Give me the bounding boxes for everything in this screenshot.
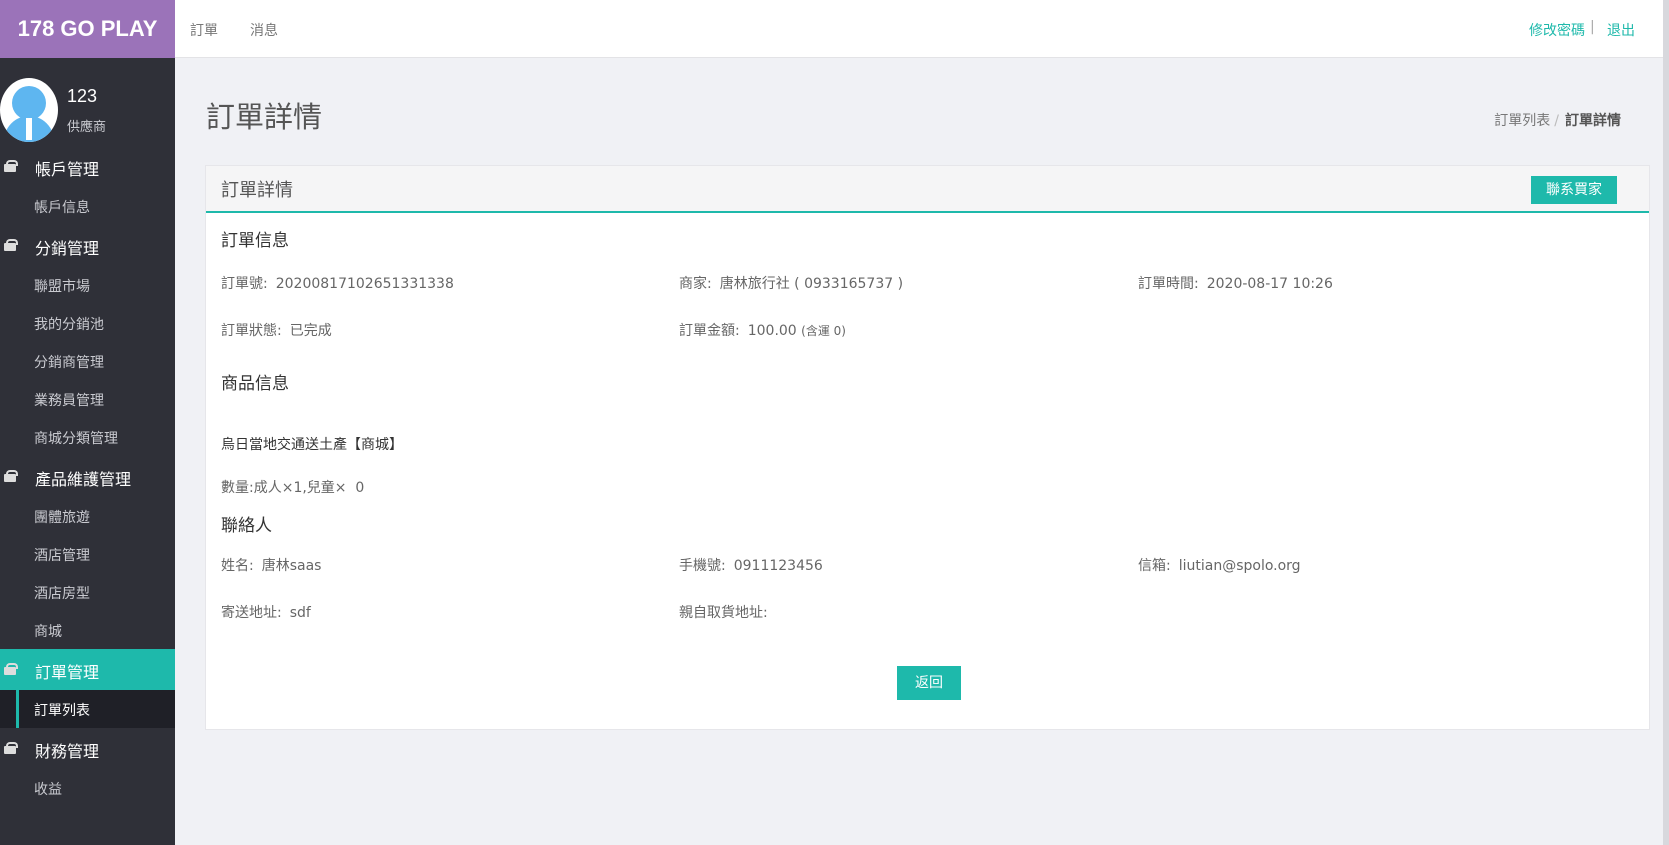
avatar (0, 78, 58, 142)
brand-logo[interactable]: 178 GO PLAY (0, 0, 175, 58)
sidebar-item-label: 商城分類管理 (34, 431, 118, 447)
gift-icon (4, 160, 18, 172)
sidebar-section-label: 分銷管理 (35, 239, 100, 258)
contact-email-field: 信箱: liutian@spolo.org (1138, 558, 1301, 574)
sidebar-section-finance[interactable]: 財務管理 (0, 728, 175, 769)
breadcrumb: 訂單列表 / 訂單詳情 (1494, 110, 1621, 130)
contact-phone-field: 手機號: 0911123456 (679, 558, 823, 574)
sidebar-section-label: 財務管理 (35, 742, 100, 761)
product-info-heading: 商品信息 (221, 374, 289, 394)
sidebar-item-hotels[interactable]: 酒店管理 (0, 535, 175, 573)
order-number-field: 訂單號: 20200817102651331338 (221, 276, 454, 292)
page-title: 訂單詳情 (206, 100, 323, 134)
gift-icon (4, 470, 18, 482)
nav-messages[interactable]: 消息 (250, 20, 278, 40)
sidebar-item-mall[interactable]: 商城 (0, 611, 175, 649)
profile-name: 123 (67, 86, 98, 106)
order-time-field: 訂單時間: 2020-08-17 10:26 (1138, 276, 1333, 292)
profile-role: 供應商 (67, 120, 107, 135)
sidebar-item-distributors[interactable]: 分銷商管理 (0, 342, 175, 380)
sidebar-item-order-list[interactable]: 訂單列表 (0, 690, 175, 728)
sidebar-section-distribution[interactable]: 分銷管理 (0, 225, 175, 266)
shipping-address-field: 寄送地址: sdf (221, 605, 311, 621)
sidebar-item-label: 商城 (34, 624, 62, 640)
logout-link[interactable]: 退出 (1607, 20, 1635, 40)
sidebar-item-label: 我的分銷池 (34, 317, 104, 333)
merchant-field: 商家: 唐林旅行社 ( 0933165737 ) (679, 276, 904, 292)
contact-heading: 聯絡人 (221, 516, 272, 536)
back-button[interactable]: 返回 (897, 666, 961, 700)
quantity-field: 數量:成人×1,兒童× 0 (221, 480, 365, 496)
order-status-field: 訂單狀態: 已完成 (221, 323, 332, 339)
sidebar-item-alliance-market[interactable]: 聯盟市場 (0, 266, 175, 304)
top-separator: | (1590, 19, 1595, 35)
sidebar-item-mall-categories[interactable]: 商城分類管理 (0, 418, 175, 456)
sidebar-item-my-pool[interactable]: 我的分銷池 (0, 304, 175, 342)
sidebar: 123 供應商 帳戶管理 帳戶信息 分銷管理 聯盟市場 我的分銷池 分銷商管理 … (0, 58, 175, 845)
sidebar-item-label: 酒店管理 (34, 548, 90, 564)
top-bar: 訂單 消息 修改密碼 | 退出 (175, 0, 1669, 58)
nav-orders[interactable]: 訂單 (190, 20, 218, 40)
contact-buyer-button[interactable]: 聯系買家 (1531, 176, 1617, 204)
sidebar-item-label: 收益 (34, 782, 62, 798)
sidebar-section-label: 產品維護管理 (35, 470, 132, 489)
gift-icon (4, 239, 18, 251)
breadcrumb-current: 訂單詳情 (1565, 113, 1621, 129)
sidebar-item-account-info[interactable]: 帳戶信息 (0, 187, 175, 225)
breadcrumb-separator: / (1554, 113, 1559, 129)
gift-icon (4, 663, 18, 675)
app-root: 178 GO PLAY 訂單 消息 修改密碼 | 退出 123 供應商 帳戶管理… (0, 0, 1669, 845)
breadcrumb-parent[interactable]: 訂單列表 (1494, 113, 1550, 129)
sidebar-item-label: 分銷商管理 (34, 355, 104, 371)
sidebar-item-label: 訂單列表 (34, 703, 90, 719)
product-name: 烏日當地交通送土產【商城】 (221, 437, 403, 453)
sidebar-item-label: 團體旅遊 (34, 510, 90, 526)
sidebar-section-products[interactable]: 產品維護管理 (0, 456, 175, 497)
profile: 123 供應商 (0, 58, 175, 146)
change-password-link[interactable]: 修改密碼 (1529, 20, 1585, 40)
contact-name-field: 姓名: 唐林saas (221, 558, 322, 574)
gift-icon (4, 742, 18, 754)
sidebar-section-label: 訂單管理 (35, 663, 100, 682)
sidebar-section-orders[interactable]: 訂單管理 (0, 649, 175, 690)
order-detail-card: 訂單詳情 聯系買家 訂單信息 訂單號: 20200817102651331338 … (205, 165, 1650, 730)
order-amount-field: 訂單金額: 100.00 (含運 0) (679, 323, 846, 339)
scrollbar[interactable] (1663, 0, 1669, 845)
sidebar-item-label: 帳戶信息 (34, 200, 90, 216)
sidebar-section-account[interactable]: 帳戶管理 (0, 146, 175, 187)
card-header: 訂單詳情 聯系買家 (206, 166, 1649, 213)
sidebar-item-room-types[interactable]: 酒店房型 (0, 573, 175, 611)
sidebar-item-earnings[interactable]: 收益 (0, 769, 175, 807)
card-title: 訂單詳情 (221, 180, 293, 201)
sidebar-item-label: 聯盟市場 (34, 279, 90, 295)
sidebar-item-label: 業務員管理 (34, 393, 104, 409)
sidebar-item-group-tours[interactable]: 團體旅遊 (0, 497, 175, 535)
sidebar-item-label: 酒店房型 (34, 586, 90, 602)
sidebar-section-label: 帳戶管理 (35, 160, 100, 179)
pickup-address-field: 親自取貨地址: (679, 605, 768, 621)
sidebar-item-salespeople[interactable]: 業務員管理 (0, 380, 175, 418)
order-info-heading: 訂單信息 (221, 231, 289, 251)
